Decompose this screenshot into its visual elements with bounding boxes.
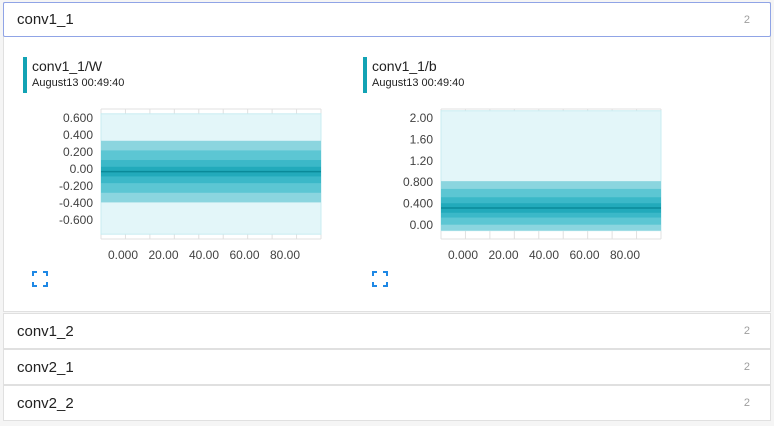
group-conv2_2: conv2_2 2 bbox=[3, 385, 771, 421]
y-tick-label: 0.400 bbox=[63, 128, 93, 142]
y-tick-label: -0.400 bbox=[59, 196, 93, 210]
group-header-conv2_1[interactable]: conv2_1 2 bbox=[4, 350, 770, 384]
y-tick-label: 0.600 bbox=[63, 111, 93, 125]
card-timestamp: August13 00:49:40 bbox=[32, 77, 125, 89]
card-timestamp: August13 00:49:40 bbox=[372, 77, 465, 89]
group-header-conv1_2[interactable]: conv1_2 2 bbox=[4, 314, 770, 348]
group-name: conv2_2 bbox=[17, 394, 74, 412]
x-tick-label: 0.000 bbox=[108, 248, 138, 262]
x-tick-label: 60.00 bbox=[569, 248, 599, 262]
y-tick-label: 0.00 bbox=[410, 218, 434, 232]
group-count: 2 bbox=[743, 13, 750, 26]
card-title: conv1_1/b August13 00:49:40 bbox=[363, 57, 464, 93]
group-count: 2 bbox=[743, 325, 750, 337]
fullscreen-expand-icon[interactable] bbox=[32, 271, 48, 287]
group-header-conv2_2[interactable]: conv2_2 2 bbox=[4, 386, 770, 420]
x-tick-label: 80.00 bbox=[610, 248, 640, 262]
y-tick-label: 1.20 bbox=[410, 154, 434, 168]
group-count: 2 bbox=[743, 397, 750, 409]
group-name: conv1_2 bbox=[17, 322, 74, 340]
group-conv1_1: conv1_1 2 conv1_1/W August13 00:49:40 0.… bbox=[3, 2, 771, 312]
distribution-chart-biases: 2.00 1.60 1.20 0.800 0.400 0.00 0.000 20.00 40.0… bbox=[403, 108, 662, 262]
card-title: conv1_1/W August13 00:49:40 bbox=[23, 57, 124, 93]
y-tick-label: 2.00 bbox=[410, 111, 434, 125]
y-tick-label: 0.00 bbox=[70, 162, 94, 176]
x-tick-label: 80.00 bbox=[270, 248, 300, 262]
card-tag: conv1_1/W bbox=[32, 58, 103, 74]
x-tick-label: 20.00 bbox=[148, 248, 178, 262]
chart-card-biases: conv1_1/b August13 00:49:40 2.00 1.60 1.20… bbox=[363, 57, 673, 297]
group-name: conv2_1 bbox=[17, 358, 74, 376]
chart-card-weights: conv1_1/W August13 00:49:40 0.600 0.400 0.… bbox=[23, 57, 333, 297]
group-name: conv1_1 bbox=[17, 11, 74, 28]
x-tick-label: 40.00 bbox=[529, 248, 559, 262]
y-tick-label: 0.200 bbox=[63, 145, 93, 159]
fullscreen-expand-icon[interactable] bbox=[372, 271, 388, 287]
y-tick-label: 0.800 bbox=[403, 175, 433, 189]
group-conv2_1: conv2_1 2 bbox=[3, 349, 771, 385]
y-tick-label: -0.200 bbox=[59, 179, 93, 193]
group-count: 2 bbox=[743, 361, 750, 373]
x-tick-label: 60.00 bbox=[229, 248, 259, 262]
group-conv1_2: conv1_2 2 bbox=[3, 313, 771, 349]
y-tick-label: 1.60 bbox=[410, 132, 434, 146]
group-header-conv1_1[interactable]: conv1_1 2 bbox=[3, 2, 771, 37]
distribution-chart-weights: 0.600 0.400 0.200 0.00 -0.200 -0.400 -0.600 0.0… bbox=[59, 108, 322, 262]
card-tag: conv1_1/b bbox=[372, 58, 437, 74]
x-tick-label: 0.000 bbox=[448, 248, 478, 262]
y-tick-label: -0.600 bbox=[59, 213, 93, 227]
x-tick-label: 20.00 bbox=[488, 248, 518, 262]
y-tick-label: 0.400 bbox=[403, 197, 433, 211]
x-tick-label: 40.00 bbox=[189, 248, 219, 262]
